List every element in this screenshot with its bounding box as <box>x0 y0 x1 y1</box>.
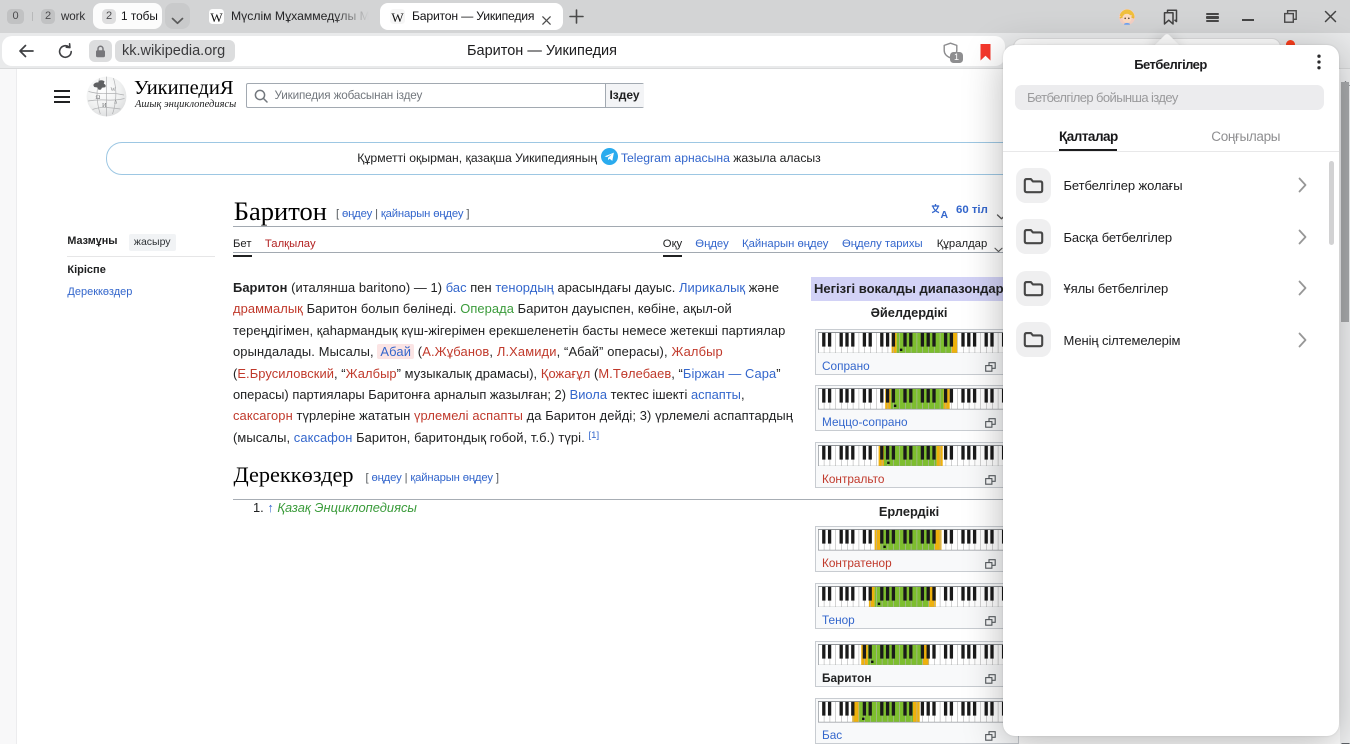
svg-text:W: W <box>111 87 117 93</box>
svg-text:A: A <box>941 209 949 219</box>
svg-text:Ω: Ω <box>96 94 101 101</box>
svg-text:И: И <box>102 102 107 109</box>
